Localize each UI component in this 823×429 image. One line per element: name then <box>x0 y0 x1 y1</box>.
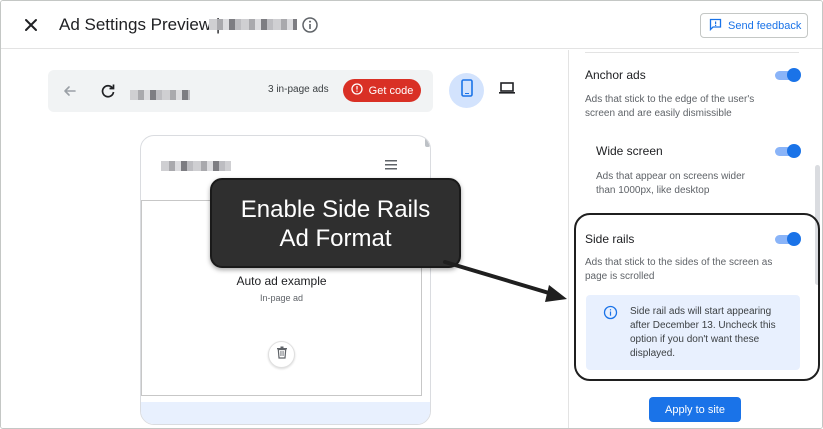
phone-scrollbar[interactable] <box>425 138 430 147</box>
anchor-ads-description: Ads that stick to the edge of the user's… <box>585 94 755 119</box>
trash-icon <box>276 346 288 364</box>
phone-bottom-area <box>141 402 430 424</box>
callout-line-1: Enable Side Rails <box>240 196 431 223</box>
delete-ad-button[interactable] <box>268 341 295 368</box>
feedback-icon <box>709 18 722 34</box>
ad-settings-dialog: Ad Settings Preview | Send feedback 3 in… <box>0 0 823 429</box>
send-feedback-button[interactable]: Send feedback <box>700 13 808 38</box>
site-logo-redacted <box>161 161 231 171</box>
close-icon[interactable] <box>21 15 41 35</box>
header: Ad Settings Preview | Send feedback <box>1 1 822 49</box>
ad-subtitle: In-page ad <box>259 293 304 303</box>
info-icon[interactable] <box>301 16 319 34</box>
anchor-ads-title: Anchor ads <box>585 68 646 82</box>
laptop-icon <box>498 81 516 100</box>
desktop-preview-toggle[interactable] <box>489 73 524 108</box>
browser-toolbar: 3 in-page ads Get code <box>48 70 433 112</box>
ad-title: Auto ad example <box>236 274 327 288</box>
get-code-button[interactable]: Get code <box>343 79 421 102</box>
wide-screen-title: Wide screen <box>596 144 663 158</box>
reload-icon[interactable] <box>98 81 118 101</box>
mobile-preview-toggle[interactable] <box>449 73 484 108</box>
annotation-callout: Enable Side Rails Ad Format <box>210 178 461 268</box>
site-name-redacted <box>209 19 297 30</box>
wide-screen-toggle[interactable] <box>775 144 801 158</box>
error-circle-icon <box>351 83 363 98</box>
apply-to-site-button[interactable]: Apply to site <box>649 397 741 422</box>
callout-line-2: Ad Format <box>279 225 392 252</box>
wide-screen-description: Ads that appear on screens wider than 10… <box>596 171 745 196</box>
in-page-ad-count: 3 in-page ads <box>268 84 329 95</box>
anchor-ads-toggle[interactable] <box>775 68 801 82</box>
url-redacted <box>130 90 190 100</box>
annotation-highlight-box <box>574 213 820 381</box>
phone-icon <box>460 79 474 102</box>
section-divider <box>585 52 799 53</box>
annotation-arrow <box>443 260 567 302</box>
back-arrow-icon[interactable] <box>60 81 80 101</box>
get-code-label: Get code <box>368 84 414 97</box>
page-title: Ad Settings Preview | <box>59 15 221 34</box>
menu-icon[interactable] <box>384 158 398 170</box>
send-feedback-label: Send feedback <box>728 19 802 32</box>
